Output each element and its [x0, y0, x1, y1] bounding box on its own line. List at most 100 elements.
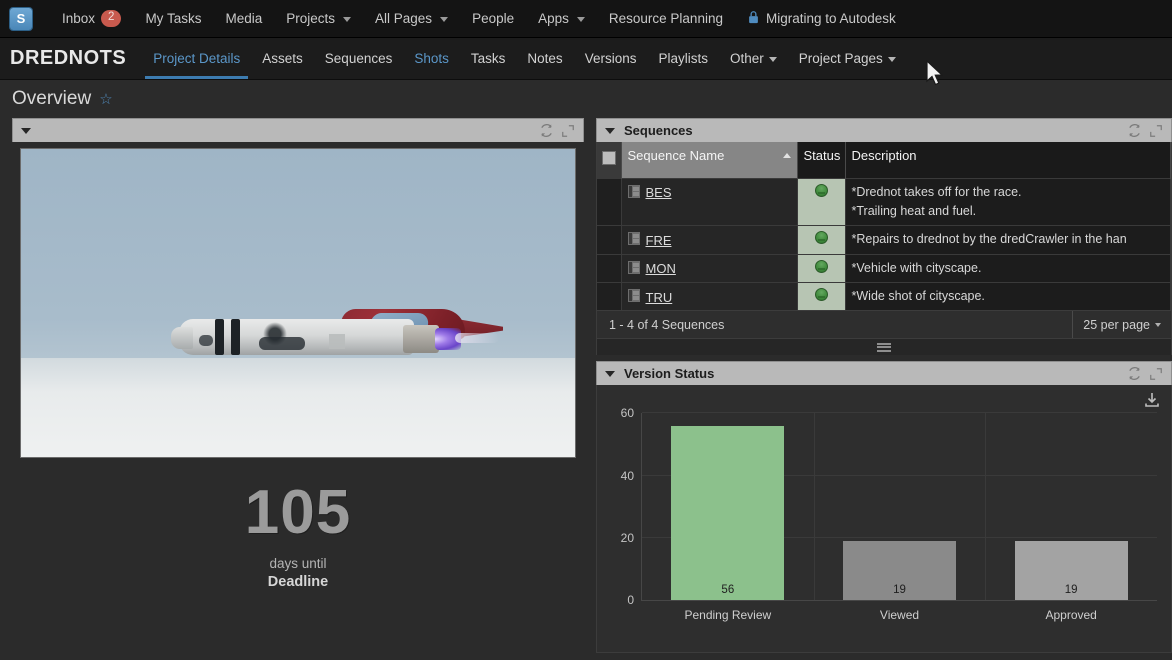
topnav-item-projects[interactable]: Projects — [274, 0, 363, 38]
row-select-cell[interactable] — [597, 283, 621, 311]
description-cell[interactable]: *Repairs to drednot by the dredCrawler i… — [845, 226, 1171, 254]
sequence-link[interactable]: TRU — [646, 290, 673, 305]
topnav-item-people[interactable]: People — [460, 0, 526, 38]
refresh-icon[interactable] — [1127, 366, 1142, 381]
project-navigation-bar: DREDNOTS Project Details Assets Sequences S… — [0, 38, 1172, 80]
sequence-name-cell[interactable]: MON — [621, 254, 797, 282]
panel-resize-handle[interactable] — [596, 339, 1172, 355]
thumbnail-image[interactable] — [20, 148, 576, 458]
expand-icon[interactable] — [1149, 124, 1163, 138]
refresh-icon[interactable] — [1127, 123, 1142, 138]
per-page-selector[interactable]: 25 per page — [1072, 311, 1171, 338]
topnav-item-inbox[interactable]: Inbox2 — [50, 0, 133, 38]
topnav-item-label: Media — [225, 11, 262, 26]
collapse-chevron-icon[interactable] — [605, 128, 615, 134]
chevron-down-icon — [888, 57, 896, 62]
expand-icon[interactable] — [561, 124, 575, 138]
sequence-name-cell[interactable]: BES — [621, 178, 797, 226]
column-header-status[interactable]: Status — [797, 142, 845, 178]
rocket-vehicle-graphic — [171, 301, 501, 363]
topnav-item-label: Migrating to Autodesk — [766, 11, 896, 26]
status-cell[interactable] — [797, 178, 845, 226]
row-select-cell[interactable] — [597, 254, 621, 282]
chart-vertical-gridline — [985, 413, 986, 600]
sequence-name-cell[interactable]: TRU — [621, 283, 797, 311]
chevron-down-icon — [769, 57, 777, 62]
project-title: DREDNOTS — [0, 38, 142, 79]
column-header-description[interactable]: Description — [845, 142, 1171, 178]
grip-icon — [877, 341, 891, 353]
tab-versions[interactable]: Versions — [574, 38, 648, 79]
tab-label: Project Details — [153, 51, 240, 66]
download-icon[interactable] — [1143, 391, 1161, 414]
collapse-chevron-icon[interactable] — [605, 371, 615, 377]
sequences-panel-header: Sequences — [596, 118, 1172, 142]
topnav-item-label: Projects — [286, 11, 335, 26]
description-line: *Wide shot of cityscape. — [852, 287, 1165, 306]
sequence-link[interactable]: FRE — [646, 233, 672, 248]
status-badge — [815, 288, 828, 301]
row-select-cell[interactable] — [597, 226, 621, 254]
expand-icon[interactable] — [1149, 367, 1163, 381]
sort-asc-icon — [783, 153, 791, 158]
topnav-item-all-pages[interactable]: All Pages — [363, 0, 460, 38]
sequence-name-cell[interactable]: FRE — [621, 226, 797, 254]
tab-label: Sequences — [325, 51, 393, 66]
countdown-value: 105 — [12, 482, 584, 544]
topnav-item-resource-planning[interactable]: Resource Planning — [597, 0, 735, 38]
sequence-link[interactable]: BES — [646, 185, 672, 200]
version-status-panel-title: Version Status — [624, 366, 1120, 381]
chart-x-label: Pending Review — [684, 608, 771, 622]
table-row[interactable]: MON *Vehicle with cityscape. — [597, 254, 1171, 282]
tab-shots[interactable]: Shots — [403, 38, 460, 79]
table-row[interactable]: FRE *Repairs to drednot by the dredCrawle… — [597, 226, 1171, 254]
topnav-item-migrating-to-autodesk[interactable]: Migrating to Autodesk — [735, 0, 908, 38]
page-title: Overview — [12, 88, 91, 110]
countdown-sub: days until — [12, 556, 584, 571]
status-cell[interactable] — [797, 254, 845, 282]
page-header: Overview ☆ — [0, 80, 1172, 118]
chart-bar-pending-review[interactable]: 56 — [671, 426, 784, 601]
tab-notes[interactable]: Notes — [516, 38, 573, 79]
row-select-cell[interactable] — [597, 178, 621, 226]
topnav-item-apps[interactable]: Apps — [526, 0, 597, 38]
topnav-item-media[interactable]: Media — [213, 0, 274, 38]
select-all-checkbox[interactable] — [602, 151, 616, 165]
select-all-header[interactable] — [597, 142, 621, 178]
description-cell[interactable]: *Vehicle with cityscape. — [845, 254, 1171, 282]
description-line: *Repairs to drednot by the dredCrawler i… — [852, 230, 1165, 249]
chart-bar-viewed[interactable]: 19 — [843, 541, 956, 600]
status-cell[interactable] — [797, 226, 845, 254]
tab-project-pages[interactable]: Project Pages — [788, 38, 907, 79]
inbox-badge: 2 — [101, 10, 121, 27]
topnav-item-my-tasks[interactable]: My Tasks — [133, 0, 213, 38]
chevron-down-icon — [440, 17, 448, 22]
version-status-panel-header: Version Status — [596, 361, 1172, 385]
column-header-sequence-name[interactable]: Sequence Name — [621, 142, 797, 178]
description-cell[interactable]: *Drednot takes off for the race.*Trailin… — [845, 178, 1171, 226]
refresh-icon[interactable] — [539, 123, 554, 138]
star-icon[interactable]: ☆ — [99, 90, 112, 108]
collapse-chevron-icon[interactable] — [21, 128, 31, 134]
chart-bar-value: 19 — [893, 584, 906, 596]
sequence-link[interactable]: MON — [646, 261, 676, 276]
tab-label: Tasks — [471, 51, 506, 66]
sequence-icon — [628, 261, 640, 277]
chart-bar-approved[interactable]: 19 — [1015, 541, 1128, 600]
tab-assets[interactable]: Assets — [251, 38, 314, 79]
app-logo-letter: S — [17, 11, 26, 26]
table-row[interactable]: BES *Drednot takes off for the race.*Trai… — [597, 178, 1171, 226]
app-logo[interactable]: S — [10, 8, 32, 30]
left-column: 105 days until Deadline — [12, 118, 584, 660]
countdown-label: Deadline — [12, 574, 584, 590]
tab-other[interactable]: Other — [719, 38, 788, 79]
table-row[interactable]: TRU *Wide shot of cityscape. — [597, 283, 1171, 311]
tab-playlists[interactable]: Playlists — [647, 38, 719, 79]
tab-tasks[interactable]: Tasks — [460, 38, 517, 79]
description-cell[interactable]: *Wide shot of cityscape. — [845, 283, 1171, 311]
tab-sequences[interactable]: Sequences — [314, 38, 404, 79]
chart-gridline — [642, 412, 1157, 413]
sequence-icon — [628, 289, 640, 305]
tab-project-details[interactable]: Project Details — [142, 38, 251, 79]
status-cell[interactable] — [797, 283, 845, 311]
